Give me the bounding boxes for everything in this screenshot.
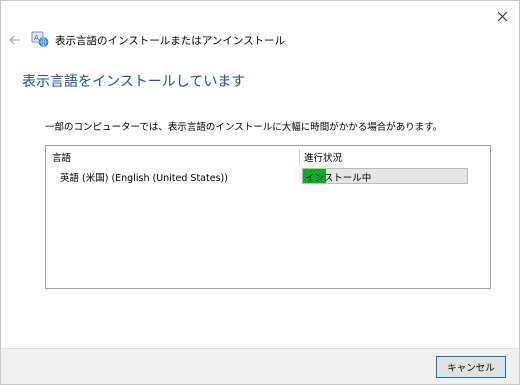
column-header-progress: 進行状況 bbox=[304, 153, 343, 164]
footer-bar: キャンセル bbox=[1, 348, 519, 384]
install-progress-bar: インストール中 bbox=[302, 168, 468, 184]
column-divider bbox=[299, 149, 300, 165]
window-title: 表示言語のインストールまたはアンインストール bbox=[55, 35, 286, 47]
description-text: 一部のコンピューターでは、表示言語のインストールに大幅に時間がかかる場合がありま… bbox=[45, 122, 443, 133]
language-globe-icon: A bbox=[31, 31, 49, 47]
back-button[interactable] bbox=[6, 31, 24, 49]
back-arrow-icon bbox=[9, 35, 20, 45]
install-language-window: A 表示言語のインストールまたはアンインストール 表示言語をインストールしていま… bbox=[0, 0, 520, 385]
column-header-language: 言語 bbox=[52, 153, 72, 164]
close-button[interactable] bbox=[491, 5, 513, 27]
language-name: 英語 (米国) (English (United States)) bbox=[60, 173, 228, 184]
page-heading: 表示言語をインストールしています bbox=[22, 74, 246, 90]
language-progress-list: 言語 進行状況 英語 (米国) (English (United States)… bbox=[45, 145, 491, 289]
close-icon bbox=[497, 11, 507, 21]
progress-status: インストール中 bbox=[305, 173, 372, 184]
svg-text:A: A bbox=[34, 34, 39, 42]
cancel-button[interactable]: キャンセル bbox=[436, 356, 506, 378]
